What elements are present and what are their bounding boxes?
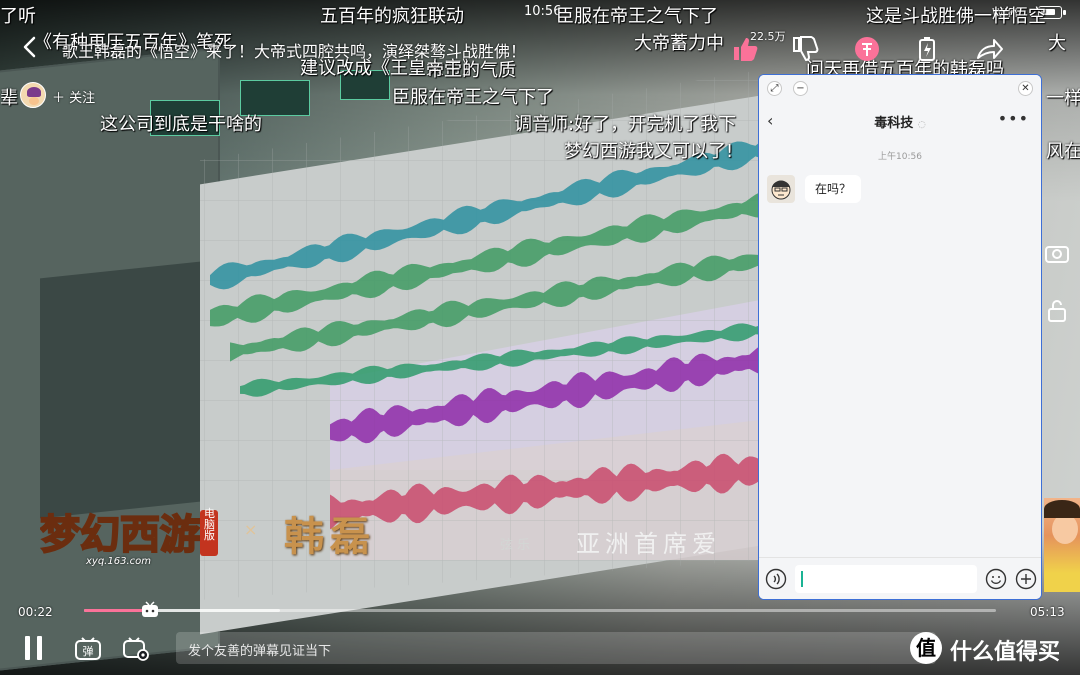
mute-icon: ◌	[917, 120, 926, 130]
message-bubble[interactable]: 在吗？	[805, 175, 862, 203]
danmaku-placeholder: 发个友善的弹幕见证当下	[188, 644, 332, 659]
uploader-avatar[interactable]	[20, 82, 46, 108]
progress-bar[interactable]	[84, 601, 996, 617]
like-count: 22.5万	[750, 30, 786, 43]
danmaku-input[interactable]: 发个友善的弹幕见证当下	[176, 632, 936, 664]
plus-circle-icon	[1015, 568, 1037, 590]
danmaku-comment: 大帝蓄力中	[634, 33, 724, 54]
danmaku-comment: 梦幻西游我又可以了!	[564, 141, 734, 162]
danmaku-comment: 了听	[0, 6, 36, 27]
message-input[interactable]	[795, 565, 977, 593]
close-button[interactable]: ✕	[1018, 81, 1033, 96]
danmaku-comment: 臣服在帝王之气下了	[392, 87, 554, 108]
voice-icon	[765, 568, 787, 590]
coin-button[interactable]	[852, 34, 882, 64]
pause-button[interactable]	[22, 636, 46, 660]
danmaku-comment: 调音师:好了，开完机了我下	[514, 114, 737, 135]
expand-button[interactable]: ⤢	[767, 81, 782, 96]
tv-handle-icon	[141, 601, 158, 617]
contact-avatar[interactable]	[767, 175, 795, 203]
danmaku-comment: 臣服在帝王之气下了	[556, 6, 718, 27]
current-time: 00:22	[18, 605, 53, 619]
dislike-button[interactable]	[790, 34, 820, 64]
subtitle-credit: 弦乐	[500, 538, 535, 553]
subtitle: 亚洲首席爱	[576, 530, 721, 558]
battery-charge-icon	[919, 37, 935, 61]
cartoon-face-icon	[771, 180, 791, 200]
danmaku-comment: 五百年的疯狂联动	[320, 6, 464, 27]
voice-button[interactable]	[765, 568, 787, 590]
game-logo-badge: 电脑版	[203, 507, 216, 541]
danmaku-settings-button[interactable]	[122, 636, 150, 662]
danmaku-toggle-label: 弹	[83, 644, 94, 658]
danmaku-comment: 这是斗战胜佛一样悟空	[866, 6, 1046, 27]
message-timestamp: 上午10:56	[878, 152, 922, 162]
danmaku-comment: 这公司到底是干啥的	[100, 114, 262, 135]
text-caret	[801, 571, 803, 587]
pause-icon-bar	[37, 636, 42, 660]
more-menu-button[interactable]: •••	[998, 109, 1029, 128]
chat-header: ‹ 毒科技 ◌ •••	[759, 103, 1041, 137]
watermark-text: 什么值得买	[950, 640, 1061, 665]
artist-logo: 韩磊	[284, 513, 376, 560]
chat-window[interactable]: ⤢ − ✕ ‹ 毒科技 ◌ ••• 上午10:56 在吗？	[758, 74, 1042, 600]
chat-input-bar	[759, 557, 1041, 599]
thumbs-down-icon	[793, 36, 819, 62]
share-button[interactable]	[974, 34, 1004, 64]
danmaku-comment: 辈	[0, 88, 18, 109]
emoji-button[interactable]	[985, 568, 1007, 590]
share-icon	[977, 39, 1003, 59]
danmaku-comment: 风在我	[1046, 141, 1080, 162]
back-button[interactable]	[18, 34, 44, 60]
danmaku-on-icon: 弹	[75, 637, 101, 660]
chevron-left-icon	[23, 36, 36, 58]
progress-handle[interactable]	[141, 601, 159, 619]
lock-screen-button[interactable]	[1044, 298, 1070, 324]
video-title: 歌王韩磊的《悟空》来了！大帝式四腔共鸣，演绎桀骜斗战胜佛！	[62, 42, 527, 61]
follow-label: 关注	[69, 91, 96, 106]
screenshot-button[interactable]	[1044, 240, 1070, 266]
game-logo-text: 梦幻西游	[40, 511, 200, 558]
watermark-circle: 值	[910, 632, 942, 664]
emoji-icon	[985, 568, 1007, 590]
coin-icon	[855, 37, 879, 61]
danmaku-comment: 一样肤	[1046, 88, 1080, 109]
game-url: xyq.163.com	[86, 556, 151, 567]
pause-icon	[25, 636, 30, 660]
add-attachment-button[interactable]	[1015, 568, 1037, 590]
chat-titlebar[interactable]: ⤢ − ✕	[759, 75, 1041, 101]
collab-mark: ×	[244, 520, 258, 539]
danmaku-settings-icon	[123, 637, 149, 661]
danmaku-comment: 大	[1048, 33, 1066, 54]
charge-button[interactable]	[912, 34, 942, 64]
unlock-icon	[1048, 300, 1066, 322]
plus-icon: ＋	[52, 91, 66, 106]
camera-icon	[1045, 246, 1069, 263]
follow-button[interactable]: ＋ 关注	[52, 87, 95, 106]
watermark-logo: 值 什么值得买	[910, 632, 1070, 666]
danmaku-toggle-button[interactable]: 弹	[74, 636, 102, 662]
floating-thumbnail[interactable]	[1044, 498, 1080, 592]
minimize-button[interactable]: −	[793, 81, 808, 96]
contact-name-text: 毒科技	[874, 116, 914, 131]
total-time: 05:13	[1030, 605, 1065, 619]
